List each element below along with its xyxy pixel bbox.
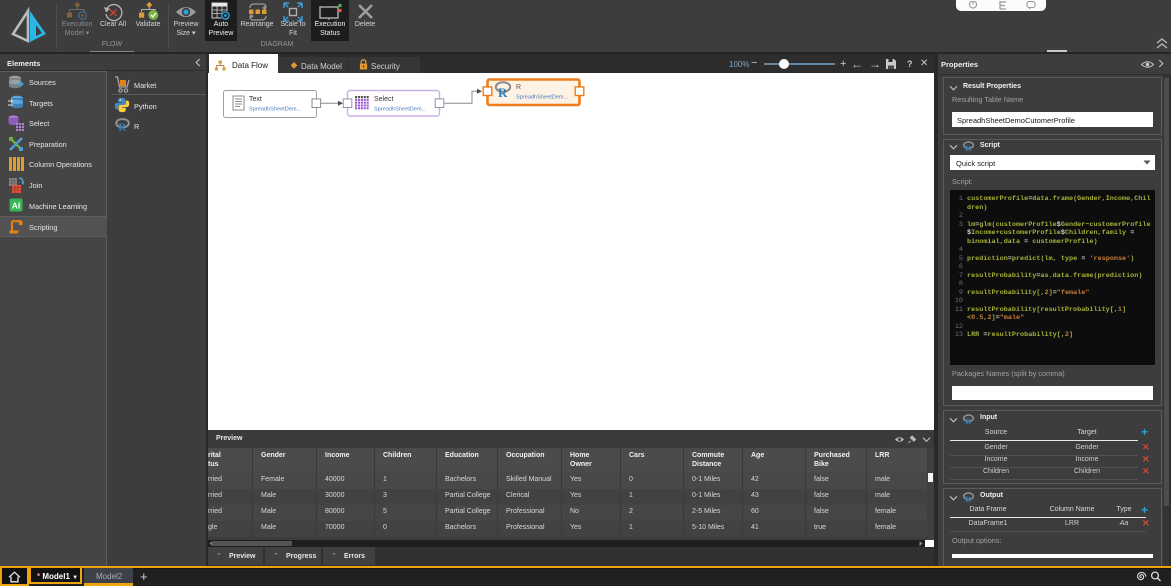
svg-text:SpreadhSheetDem...: SpreadhSheetDem... (374, 107, 427, 113)
svg-text:SpreadhSheetDem...: SpreadhSheetDem... (249, 107, 302, 113)
svg-text:R: R (118, 122, 127, 133)
svg-text:SpreadhSheetDem...: SpreadhSheetDem... (516, 95, 569, 101)
svg-text:R: R (965, 495, 972, 504)
svg-text:R: R (965, 417, 972, 426)
svg-text:Select: Select (374, 96, 394, 103)
svg-text:R: R (516, 84, 521, 91)
svg-text:AI: AI (12, 201, 21, 211)
svg-text:R: R (498, 85, 508, 100)
svg-text:R: R (965, 144, 972, 153)
svg-text:Text: Text (249, 96, 262, 103)
